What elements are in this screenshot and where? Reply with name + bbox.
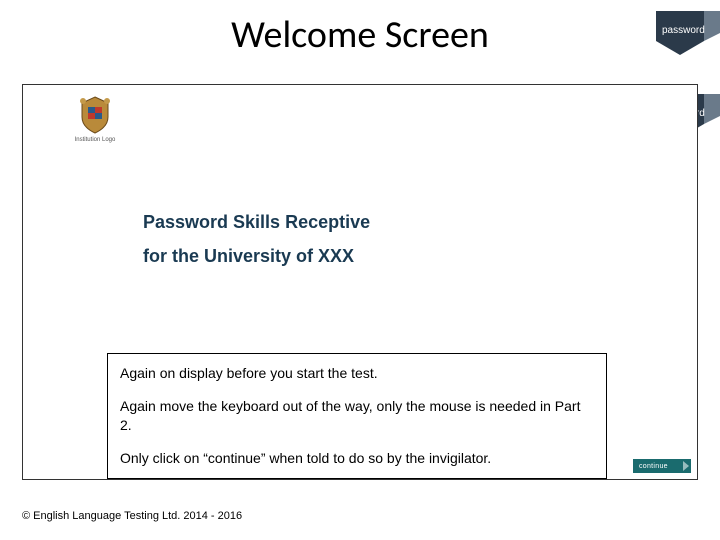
brand-text: password [662, 25, 705, 36]
slide-title: Welcome Screen [0, 12, 720, 58]
content-frame: Institution Logo Password Skills Recepti… [22, 84, 698, 480]
note-line-1: Again on display before you start the te… [120, 364, 594, 383]
crest-icon [74, 93, 116, 135]
continue-label: continue [639, 463, 668, 470]
institution-logo: Institution Logo [69, 93, 121, 143]
note-line-2: Again move the keyboard out of the way, … [120, 397, 594, 435]
continue-button[interactable]: continue [633, 459, 691, 473]
test-headline: Password Skills Receptive for the Univer… [143, 205, 370, 273]
headline-line2: for the University of XXX [143, 239, 370, 273]
headline-line1: Password Skills Receptive [143, 205, 370, 239]
footer-copyright: © English Language Testing Ltd. 2014 - 2… [22, 510, 242, 522]
arrow-right-icon [683, 461, 689, 471]
brand-badge-top: password [656, 11, 720, 55]
note-line-3: Only click on “continue” when told to do… [120, 449, 594, 468]
instruction-note: Again on display before you start the te… [107, 353, 607, 479]
institution-caption: Institution Logo [69, 137, 121, 143]
